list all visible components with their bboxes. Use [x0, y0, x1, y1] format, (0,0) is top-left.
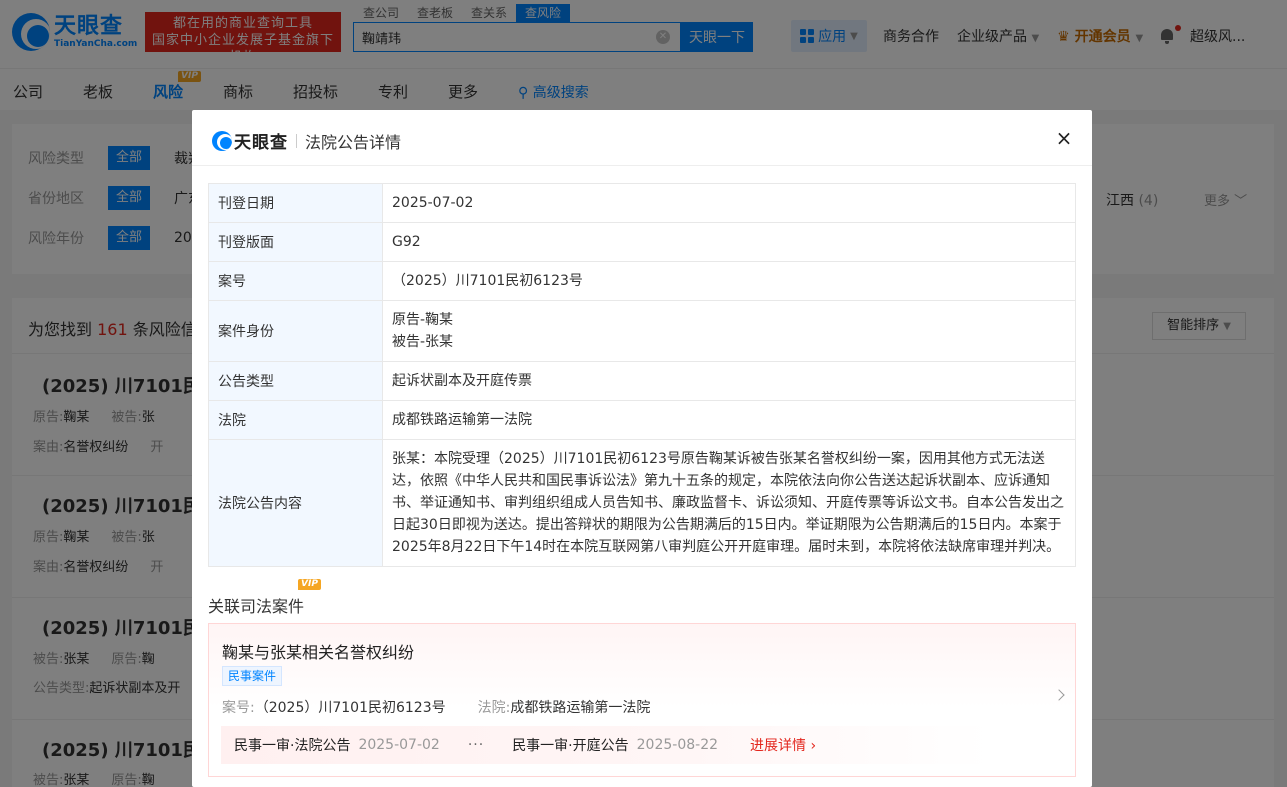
related-cases-title: 关联司法案件 VIP	[208, 579, 321, 617]
close-icon[interactable]: ×	[1054, 128, 1074, 148]
row-key: 案件身份	[208, 300, 383, 362]
timeline-step: 民事一审·开庭公告	[512, 738, 629, 754]
chevron-right-icon[interactable]	[1053, 689, 1065, 701]
defendant-value: 被告-张某	[392, 334, 454, 350]
row-value: 2025-07-02	[382, 183, 1076, 223]
vip-badge: VIP	[298, 579, 321, 590]
progress-detail-link[interactable]: 进展详情 ›	[750, 735, 816, 755]
case-type-tag: 民事案件	[222, 666, 283, 686]
court-notice-modal: 天眼查 法院公告详情 × 刊登日期 2025-07-02 刊登版面 G92 案号…	[192, 110, 1092, 787]
modal-title: 法院公告详情	[305, 132, 402, 152]
row-key: 案号	[208, 261, 383, 301]
case-timeline: 民事一审·法院公告 2025-07-02 ··· 民事一审·开庭公告 2025-…	[221, 726, 991, 764]
related-case-card[interactable]: 鞠某与张某相关名誉权纠纷 民事案件 案号:（2025）川7101民初6123号 …	[208, 623, 1076, 777]
notice-content: 张某：本院受理（2025）川7101民初6123号原告鞠某诉被告张某名誉权纠纷一…	[382, 439, 1076, 567]
table-row: 案号 （2025）川7101民初6123号	[208, 261, 1076, 301]
row-value: 成都铁路运输第一法院	[382, 400, 1076, 440]
modal-header: 天眼查 法院公告详情 ×	[192, 110, 1092, 166]
court-name: 成都铁路运输第一法院	[510, 700, 651, 716]
row-key: 刊登版面	[208, 222, 383, 262]
timeline-date: 2025-08-22	[636, 737, 719, 753]
row-value: G92	[382, 222, 1076, 262]
row-key: 公告类型	[208, 361, 383, 401]
table-row: 案件身份 原告-鞠某 被告-张某	[208, 300, 1076, 362]
table-row: 刊登日期 2025-07-02	[208, 183, 1076, 223]
row-key: 法院公告内容	[208, 439, 383, 567]
plaintiff-value: 原告-鞠某	[392, 312, 454, 328]
table-row: 法院 成都铁路运输第一法院	[208, 400, 1076, 440]
row-key: 刊登日期	[208, 183, 383, 223]
divider	[296, 133, 297, 148]
row-value: （2025）川7101民初6123号	[382, 261, 1076, 301]
notice-detail-table: 刊登日期 2025-07-02 刊登版面 G92 案号 （2025）川7101民…	[208, 183, 1076, 567]
modal-logo-text: 天眼查	[234, 133, 288, 153]
timeline-step: 民事一审·法院公告	[234, 738, 351, 754]
table-row: 公告类型 起诉状副本及开庭传票	[208, 361, 1076, 401]
logo-eye-icon	[212, 130, 232, 151]
row-value: 起诉状副本及开庭传票	[382, 361, 1076, 401]
timeline-dots: ···	[467, 737, 485, 753]
case-number: （2025）川7101民初6123号	[254, 700, 446, 716]
table-row: 刊登版面 G92	[208, 222, 1076, 262]
case-title[interactable]: 鞠某与张某相关名誉权纠纷	[222, 639, 414, 663]
chevron-right-icon: ›	[810, 738, 817, 754]
table-row: 法院公告内容 张某：本院受理（2025）川7101民初6123号原告鞠某诉被告张…	[208, 439, 1076, 567]
row-key: 法院	[208, 400, 383, 440]
timeline-date: 2025-07-02	[358, 737, 440, 753]
